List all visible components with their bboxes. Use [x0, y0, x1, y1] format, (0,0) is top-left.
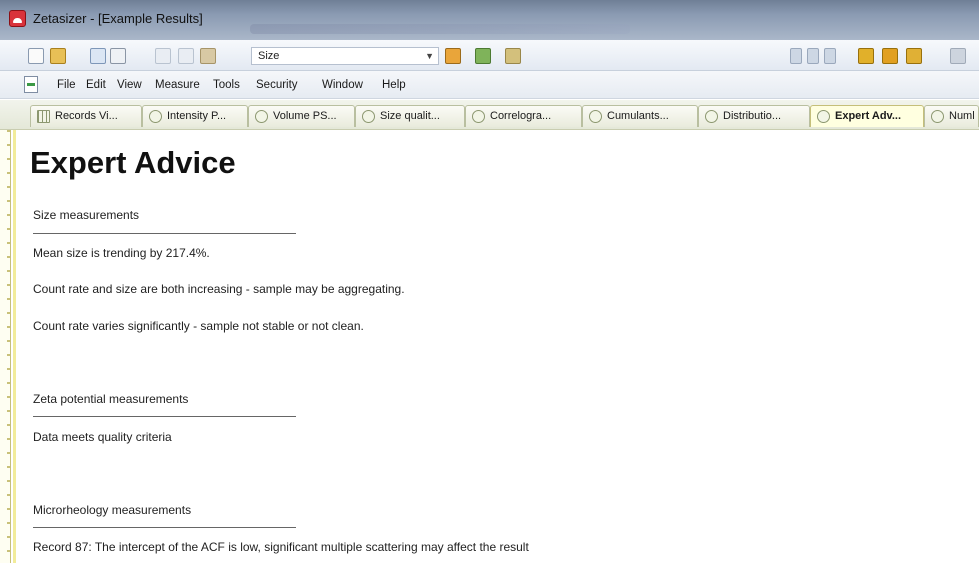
document-icon[interactable]	[24, 76, 38, 93]
tab-volume-psd[interactable]: Volume PS...	[248, 105, 355, 127]
report-icon	[149, 110, 162, 123]
menu-file[interactable]: File	[57, 79, 76, 91]
settings-icon[interactable]	[950, 48, 966, 64]
report-tab-bar: Records Vi... Intensity P... Volume PS..…	[0, 100, 979, 130]
cut-icon[interactable]	[155, 48, 171, 64]
tab-intensity-psd[interactable]: Intensity P...	[142, 105, 248, 127]
page-title: Expert Advice	[30, 145, 236, 180]
section-heading-size: Size measurements	[33, 208, 140, 222]
tab-distribution[interactable]: Distributio...	[698, 105, 810, 127]
measurement-type-value: Size	[258, 50, 280, 62]
play-icon[interactable]	[790, 48, 802, 64]
menu-security[interactable]: Security	[256, 79, 298, 91]
report-icon	[472, 110, 485, 123]
tab-records-view[interactable]: Records Vi...	[30, 105, 142, 127]
copy-icon[interactable]	[178, 48, 194, 64]
export-icon[interactable]	[906, 48, 922, 64]
paste-icon[interactable]	[200, 48, 216, 64]
tab-cumulants[interactable]: Cumulants...	[582, 105, 698, 127]
records-icon[interactable]	[858, 48, 874, 64]
new-file-icon[interactable]	[28, 48, 44, 64]
chevron-down-icon[interactable]: ▼	[425, 51, 434, 61]
menu-edit[interactable]: Edit	[86, 79, 106, 91]
menu-help[interactable]: Help	[382, 79, 406, 91]
sop-icon[interactable]	[475, 48, 491, 64]
report-icon	[589, 110, 602, 123]
menu-bar: File Edit View Measure Tools Security Wi…	[0, 71, 979, 99]
tab-number-psd[interactable]: Numl	[924, 105, 979, 127]
measurement-type-select[interactable]: Size ▼	[251, 47, 439, 65]
section-divider	[33, 416, 296, 417]
section-heading-microrheology: Microrheology measurements	[33, 503, 192, 517]
section-divider	[33, 527, 296, 528]
advice-icon	[817, 110, 830, 123]
advice-line: Count rate and size are both increasing …	[33, 282, 405, 296]
advice-line: Count rate varies significantly - sample…	[33, 319, 364, 333]
advice-line: Mean size is trending by 217.4%.	[33, 246, 210, 260]
main-toolbar: Size ▼	[0, 40, 979, 71]
window-title: Zetasizer - [Example Results]	[33, 11, 203, 26]
report-icon	[255, 110, 268, 123]
grid-icon	[37, 110, 50, 123]
menu-measure[interactable]: Measure	[155, 79, 200, 91]
advice-line: Data meets quality criteria	[33, 430, 172, 444]
title-bar: Zetasizer - [Example Results]	[0, 0, 979, 40]
pause-icon[interactable]	[807, 48, 819, 64]
menu-tools[interactable]: Tools	[213, 79, 240, 91]
report-icon	[362, 110, 375, 123]
open-folder-icon[interactable]	[50, 48, 66, 64]
section-divider	[33, 233, 296, 234]
report-content	[10, 130, 979, 563]
print-icon[interactable]	[110, 48, 126, 64]
advice-line: Record 87: The intercept of the ACF is l…	[33, 540, 529, 554]
title-bar-blurred-path	[250, 24, 630, 34]
tab-correlogram[interactable]: Correlogra...	[465, 105, 582, 127]
tab-size-quality[interactable]: Size qualit...	[355, 105, 465, 127]
report-left-border	[13, 130, 16, 563]
menu-view[interactable]: View	[117, 79, 142, 91]
report-icon	[705, 110, 718, 123]
reports-icon[interactable]	[882, 48, 898, 64]
menu-window[interactable]: Window	[322, 79, 363, 91]
zetasizer-app-icon[interactable]	[9, 10, 26, 27]
section-heading-zeta: Zeta potential measurements	[33, 392, 189, 406]
measure-icon[interactable]	[445, 48, 461, 64]
tab-expert-advice[interactable]: Expert Adv...	[810, 105, 924, 127]
sop-edit-icon[interactable]	[505, 48, 521, 64]
eject-icon[interactable]	[824, 48, 836, 64]
report-icon	[931, 110, 944, 123]
undo-icon[interactable]	[90, 48, 106, 64]
left-edge-strip	[0, 130, 10, 563]
